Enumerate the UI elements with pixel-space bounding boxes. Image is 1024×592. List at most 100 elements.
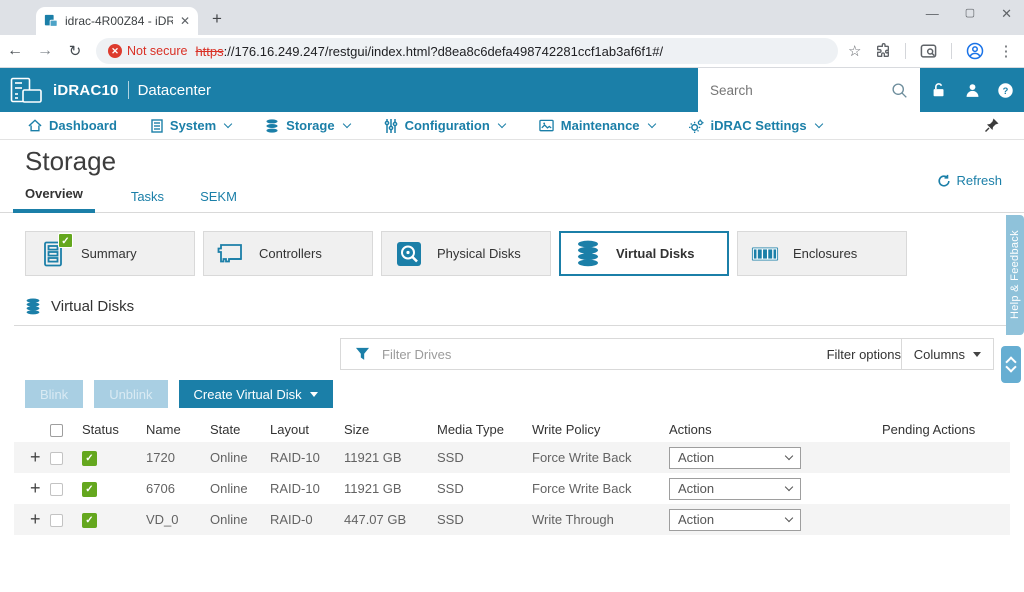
- action-dropdown[interactable]: Action: [669, 447, 801, 469]
- card-label: Enclosures: [793, 246, 857, 261]
- browser-tab[interactable]: idrac-4R00Z84 - iDRAC10 - Stor ✕: [36, 7, 198, 35]
- forward-icon[interactable]: →: [30, 42, 60, 60]
- vd-table-body: + ✓ 1720 Online RAID-10 11921 GB SSD For…: [14, 442, 1010, 535]
- tab-tasks[interactable]: Tasks: [131, 189, 164, 212]
- card-enclosures[interactable]: Enclosures: [737, 231, 907, 276]
- filter-row: Filter options Columns: [0, 338, 1010, 370]
- select-all-checkbox[interactable]: [50, 424, 63, 437]
- card-controllers[interactable]: Controllers: [203, 231, 373, 276]
- status-ok-icon: ✓: [58, 233, 73, 248]
- col-name: Name: [142, 416, 206, 442]
- scroll-widget[interactable]: [1001, 346, 1021, 383]
- unlock-icon[interactable]: [930, 81, 948, 99]
- window-minimize-icon[interactable]: —: [926, 6, 939, 22]
- window-close-icon[interactable]: ✕: [1001, 6, 1012, 22]
- action-dropdown-label: Action: [678, 450, 714, 465]
- card-virtual-disks[interactable]: Virtual Disks: [559, 231, 729, 276]
- reload-icon[interactable]: ↻: [60, 42, 90, 60]
- storage-icon: [25, 298, 41, 315]
- row-checkbox[interactable]: [50, 514, 63, 527]
- nav-item-system[interactable]: System: [151, 118, 231, 133]
- cell-media-type: SSD: [433, 442, 528, 473]
- warning-icon: ✕: [108, 44, 122, 58]
- window-maximize-icon[interactable]: ▢: [965, 6, 975, 22]
- expand-row-icon[interactable]: +: [18, 509, 41, 529]
- filter-drives-input[interactable]: [382, 347, 815, 362]
- not-secure-badge[interactable]: ✕ Not secure: [108, 44, 187, 58]
- storage-category-cards: ✓ Summary Controllers Physical Disks Vir…: [25, 231, 1024, 276]
- refresh-button[interactable]: Refresh: [937, 173, 1002, 188]
- bookmark-star-icon[interactable]: ☆: [848, 42, 861, 60]
- page-title: Storage: [25, 146, 1024, 177]
- image-icon: [539, 119, 554, 132]
- virtual-disks-section-header: Virtual Disks: [25, 298, 1024, 315]
- action-dropdown[interactable]: Action: [669, 509, 801, 531]
- tab-sekm[interactable]: SEKM: [200, 189, 237, 212]
- pin-icon[interactable]: [984, 117, 1000, 133]
- new-tab-button[interactable]: +: [212, 9, 222, 29]
- gears-icon: [689, 119, 704, 133]
- row-checkbox[interactable]: [50, 483, 63, 496]
- cell-layout: RAID-10: [266, 442, 340, 473]
- controller-card-icon: [217, 240, 245, 268]
- cell-media-type: SSD: [433, 473, 528, 504]
- row-checkbox[interactable]: [50, 452, 63, 465]
- select-all-header: [46, 416, 78, 442]
- extensions-puzzle-icon[interactable]: [875, 43, 891, 59]
- nav-item-idrac-settings[interactable]: iDRAC Settings: [689, 118, 822, 133]
- cell-size: 447.07 GB: [340, 504, 433, 535]
- col-status: Status: [78, 416, 142, 442]
- chevron-down-icon: [785, 483, 793, 491]
- tab-close-icon[interactable]: ✕: [180, 14, 190, 28]
- caret-down-icon: [973, 352, 981, 357]
- card-summary[interactable]: ✓ Summary: [25, 231, 195, 276]
- create-virtual-disk-button[interactable]: Create Virtual Disk: [179, 380, 333, 408]
- nav-item-configuration[interactable]: Configuration: [384, 118, 505, 133]
- chevron-down-icon: [814, 119, 822, 127]
- nav-item-storage[interactable]: Storage: [265, 118, 349, 133]
- nav-label: System: [170, 118, 216, 133]
- filter-drives-box[interactable]: Filter options: [340, 338, 916, 370]
- idrac-logo-icon[interactable]: [10, 77, 43, 104]
- storage-icon: [265, 119, 279, 133]
- blink-button[interactable]: Blink: [25, 380, 83, 408]
- action-dropdown-label: Action: [678, 512, 714, 527]
- filter-funnel-icon: [355, 347, 370, 361]
- cell-state: Online: [206, 504, 266, 535]
- browser-menu-icon[interactable]: ⋮: [998, 42, 1013, 60]
- brand-divider: [128, 81, 129, 99]
- virtual-disks-table: Status Name State Layout Size Media Type…: [14, 416, 1010, 535]
- global-search[interactable]: [698, 68, 920, 112]
- refresh-icon: [937, 174, 951, 188]
- card-label: Physical Disks: [437, 246, 521, 261]
- action-dropdown[interactable]: Action: [669, 478, 801, 500]
- profile-icon[interactable]: [966, 42, 984, 60]
- help-feedback-tab[interactable]: Help & Feedback: [1006, 215, 1024, 335]
- chevron-down-icon: [785, 514, 793, 522]
- back-icon[interactable]: ←: [0, 42, 30, 60]
- nav-label: Configuration: [405, 118, 490, 133]
- help-icon[interactable]: ?: [997, 82, 1014, 99]
- tab-overview[interactable]: Overview: [13, 186, 95, 213]
- col-actions: Actions: [665, 416, 878, 442]
- col-media-type: Media Type: [433, 416, 528, 442]
- search-icon[interactable]: [891, 82, 908, 99]
- columns-dropdown[interactable]: Columns: [901, 338, 994, 370]
- filter-options-button[interactable]: Filter options: [827, 347, 901, 362]
- card-physical-disks[interactable]: Physical Disks: [381, 231, 551, 276]
- nav-item-dashboard[interactable]: Dashboard: [28, 118, 117, 133]
- expand-row-icon[interactable]: +: [18, 478, 41, 498]
- nav-item-maintenance[interactable]: Maintenance: [539, 118, 655, 133]
- unblink-button[interactable]: Unblink: [94, 380, 167, 408]
- svg-text:?: ?: [1003, 85, 1009, 95]
- tab-search-icon[interactable]: [920, 44, 937, 59]
- cell-write-policy: Write Through: [528, 504, 665, 535]
- card-label: Controllers: [259, 246, 322, 261]
- search-input[interactable]: [710, 83, 891, 98]
- action-dropdown-label: Action: [678, 481, 714, 496]
- user-icon[interactable]: [964, 82, 981, 99]
- cell-layout: RAID-10: [266, 473, 340, 504]
- chevron-down-icon: [224, 119, 232, 127]
- address-bar[interactable]: ✕ Not secure https://176.16.249.247/rest…: [96, 38, 838, 64]
- expand-row-icon[interactable]: +: [18, 447, 41, 467]
